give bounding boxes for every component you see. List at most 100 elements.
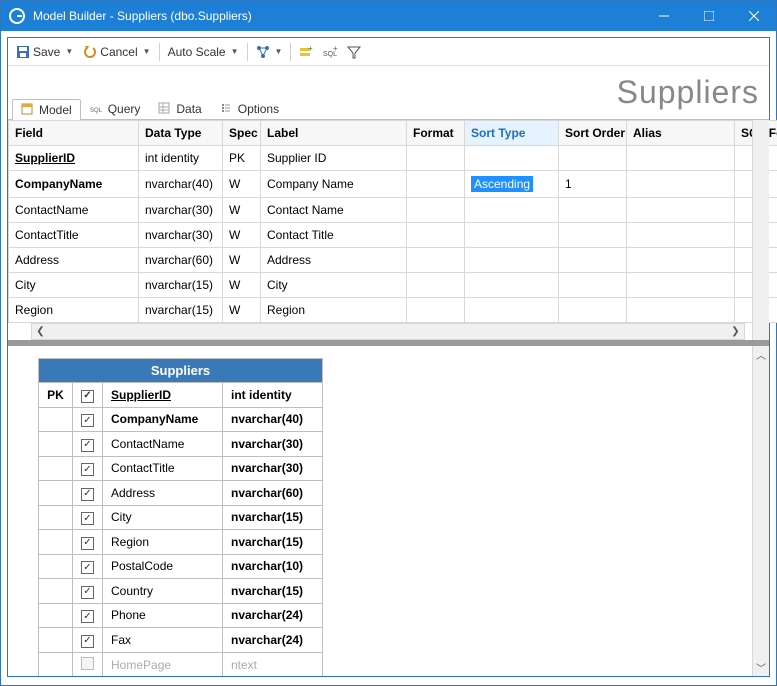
- checkbox-icon[interactable]: ✓: [81, 537, 94, 550]
- cell[interactable]: [407, 146, 465, 171]
- field-name[interactable]: SupplierID: [103, 383, 223, 408]
- save-button[interactable]: Save ▼: [12, 43, 77, 61]
- table-row[interactable]: Regionnvarchar(15)WRegion: [9, 298, 777, 323]
- scroll-right-icon[interactable]: ❯: [727, 324, 744, 339]
- include-checkbox[interactable]: ✓: [73, 407, 103, 432]
- cell[interactable]: nvarchar(60): [139, 248, 223, 273]
- field-name[interactable]: City: [103, 505, 223, 530]
- entity-row[interactable]: ✓ContactTitlenvarchar(30): [39, 456, 323, 481]
- cell[interactable]: [407, 248, 465, 273]
- include-checkbox[interactable]: ✓: [73, 456, 103, 481]
- entity-row[interactable]: HomePagentext: [39, 652, 323, 676]
- filter-button[interactable]: [343, 43, 365, 61]
- tab-data[interactable]: Data: [149, 98, 210, 119]
- table-row[interactable]: Citynvarchar(15)WCity: [9, 273, 777, 298]
- cell[interactable]: W: [223, 298, 261, 323]
- cell[interactable]: [407, 223, 465, 248]
- cell[interactable]: [559, 298, 627, 323]
- column-header[interactable]: Spec: [223, 121, 261, 146]
- entity-header[interactable]: Suppliers: [39, 359, 323, 383]
- field-name[interactable]: Fax: [103, 628, 223, 653]
- include-checkbox[interactable]: ✓: [73, 628, 103, 653]
- cell[interactable]: Address: [9, 248, 139, 273]
- column-header[interactable]: Format: [407, 121, 465, 146]
- cell[interactable]: [559, 223, 627, 248]
- entity-row[interactable]: PK✓SupplierIDint identity: [39, 383, 323, 408]
- field-name[interactable]: HomePage: [103, 652, 223, 676]
- cell[interactable]: nvarchar(15): [139, 298, 223, 323]
- include-checkbox[interactable]: [73, 652, 103, 676]
- cell[interactable]: ContactTitle: [9, 223, 139, 248]
- cell[interactable]: W: [223, 171, 261, 198]
- column-header[interactable]: Alias: [627, 121, 735, 146]
- tab-query[interactable]: SQL Query: [81, 98, 150, 119]
- column-header[interactable]: Field: [9, 121, 139, 146]
- field-name[interactable]: CompanyName: [103, 407, 223, 432]
- table-row[interactable]: CompanyNamenvarchar(40)WCompany NameAsce…: [9, 171, 777, 198]
- cell[interactable]: [627, 223, 735, 248]
- column-header[interactable]: Data Type: [139, 121, 223, 146]
- cancel-button[interactable]: Cancel ▼: [79, 43, 154, 61]
- tab-options[interactable]: Options: [211, 98, 288, 119]
- add-sql-button[interactable]: SQL+: [319, 43, 341, 61]
- cell[interactable]: City: [9, 273, 139, 298]
- cell[interactable]: PK: [223, 146, 261, 171]
- checkbox-icon[interactable]: ✓: [81, 414, 94, 427]
- include-checkbox[interactable]: ✓: [73, 481, 103, 506]
- h-scrollbar[interactable]: ❮ ❯: [31, 323, 745, 340]
- entity-row[interactable]: ✓Faxnvarchar(24): [39, 628, 323, 653]
- checkbox-icon[interactable]: ✓: [81, 488, 94, 501]
- checkbox-icon[interactable]: ✓: [81, 586, 94, 599]
- checkbox-icon[interactable]: ✓: [81, 635, 94, 648]
- field-name[interactable]: Phone: [103, 603, 223, 628]
- entity-row[interactable]: ✓ContactNamenvarchar(30): [39, 432, 323, 457]
- entity-row[interactable]: ✓Citynvarchar(15): [39, 505, 323, 530]
- minimize-button[interactable]: [641, 1, 686, 31]
- cell[interactable]: W: [223, 273, 261, 298]
- cell[interactable]: Contact Name: [261, 198, 407, 223]
- checkbox-icon[interactable]: ✓: [81, 610, 94, 623]
- cell[interactable]: [407, 198, 465, 223]
- cell[interactable]: [627, 248, 735, 273]
- cell[interactable]: [465, 273, 559, 298]
- column-header[interactable]: Label: [261, 121, 407, 146]
- close-button[interactable]: [731, 1, 776, 31]
- cell[interactable]: [627, 298, 735, 323]
- entity-table[interactable]: Suppliers PK✓SupplierIDint identity✓Comp…: [38, 358, 323, 676]
- cell[interactable]: [559, 248, 627, 273]
- checkbox-icon[interactable]: ✓: [81, 561, 94, 574]
- cell[interactable]: [407, 273, 465, 298]
- entity-row[interactable]: ✓Countrynvarchar(15): [39, 579, 323, 604]
- include-checkbox[interactable]: ✓: [73, 603, 103, 628]
- cell[interactable]: Ascending: [465, 171, 559, 198]
- checkbox-icon[interactable]: ✓: [81, 512, 94, 525]
- cell[interactable]: [559, 198, 627, 223]
- cell[interactable]: [465, 146, 559, 171]
- cell[interactable]: W: [223, 248, 261, 273]
- field-name[interactable]: Address: [103, 481, 223, 506]
- autoscale-button[interactable]: Auto Scale ▼: [164, 43, 243, 61]
- cell[interactable]: [407, 171, 465, 198]
- cell[interactable]: nvarchar(30): [139, 198, 223, 223]
- cell[interactable]: 1: [559, 171, 627, 198]
- field-name[interactable]: Region: [103, 530, 223, 555]
- cell[interactable]: Region: [9, 298, 139, 323]
- cell[interactable]: [465, 298, 559, 323]
- cell[interactable]: W: [223, 223, 261, 248]
- cell[interactable]: [465, 248, 559, 273]
- checkbox-icon[interactable]: ✓: [81, 439, 94, 452]
- include-checkbox[interactable]: ✓: [73, 383, 103, 408]
- scroll-left-icon[interactable]: ❮: [32, 324, 49, 339]
- cell[interactable]: nvarchar(30): [139, 223, 223, 248]
- table-row[interactable]: SupplierIDint identityPKSupplier ID: [9, 146, 777, 171]
- table-row[interactable]: ContactTitlenvarchar(30)WContact Title: [9, 223, 777, 248]
- entity-row[interactable]: ✓Regionnvarchar(15): [39, 530, 323, 555]
- cell[interactable]: ContactName: [9, 198, 139, 223]
- selected-value[interactable]: Ascending: [471, 176, 533, 192]
- field-name[interactable]: PostalCode: [103, 554, 223, 579]
- cell[interactable]: [465, 223, 559, 248]
- v-scrollbar[interactable]: ︿ ﹀: [752, 346, 769, 676]
- cell[interactable]: Contact Title: [261, 223, 407, 248]
- column-header[interactable]: Sort Order: [559, 121, 627, 146]
- relations-button[interactable]: ▼: [252, 43, 287, 61]
